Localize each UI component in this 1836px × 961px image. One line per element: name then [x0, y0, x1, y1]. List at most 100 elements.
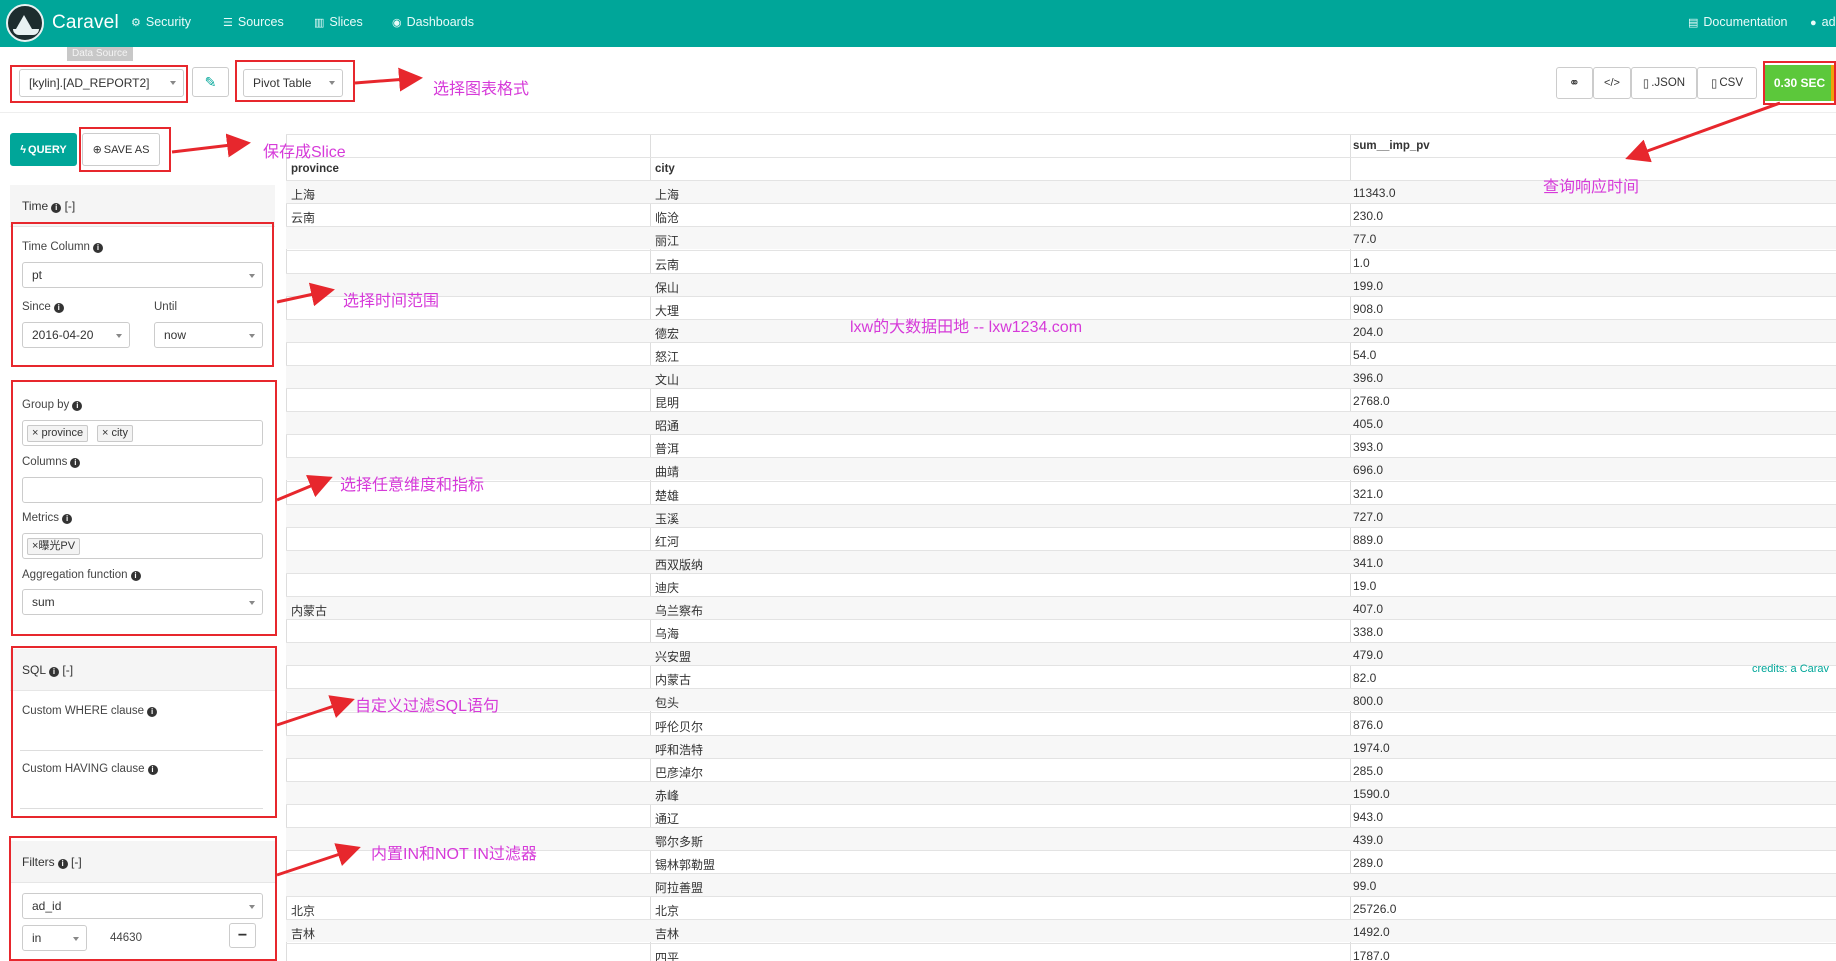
link-button[interactable]: ⚭ — [1556, 67, 1593, 99]
city-cell: 西双版纳 — [655, 557, 704, 572]
since-select[interactable]: 2016-04-20 — [22, 322, 130, 348]
value-cell: 1787.0 — [1353, 948, 1390, 961]
value-cell: 199.0 — [1353, 278, 1384, 293]
city-cell: 四平 — [655, 950, 680, 961]
chevron-down-icon — [249, 905, 255, 909]
province-cell: 北京 — [291, 904, 316, 919]
value-cell: 696.0 — [1353, 463, 1384, 478]
brand[interactable]: Caravel — [6, 4, 119, 42]
chevron-down-icon — [249, 601, 255, 605]
credits-link: Carav — [1799, 663, 1830, 675]
nav-documentation[interactable]: ▤ Documentation — [1688, 15, 1787, 29]
collapse-toggle: [-] — [64, 199, 76, 213]
value-cell: 908.0 — [1353, 301, 1384, 316]
table-row: 通辽 943.0 — [286, 803, 1836, 827]
value-cell: 1974.0 — [1353, 740, 1390, 755]
datasource-select[interactable]: [kylin].[AD_REPORT2] — [19, 69, 184, 97]
time-column-select[interactable]: pt — [22, 262, 263, 288]
city-cell: 乌兰察布 — [655, 604, 704, 618]
since-value: 2016-04-20 — [32, 328, 94, 342]
filter-value-input[interactable]: 44630 — [110, 932, 142, 944]
nav-security[interactable]: ⚙ Security — [131, 15, 191, 29]
metrics-tag[interactable]: ×曝光PV — [27, 538, 81, 555]
city-cell: 临沧 — [655, 211, 680, 226]
code-icon: </> — [1604, 77, 1620, 89]
table-row: 呼和浩特 1974.0 — [286, 734, 1836, 758]
nav-sources[interactable]: ☰ Sources — [223, 15, 284, 29]
value-cell: 727.0 — [1353, 509, 1384, 524]
city-cell: 昭通 — [655, 419, 680, 434]
aggregation-select[interactable]: sum — [22, 589, 263, 615]
nav-slices[interactable]: ▥ Slices — [314, 15, 363, 29]
table-row: 云南 临沧 230.0 — [286, 203, 1836, 226]
embed-code-button[interactable]: </> — [1593, 67, 1631, 99]
edit-icon: ✎ — [204, 73, 217, 90]
table-row: 丽江 77.0 — [286, 226, 1836, 250]
info-icon: i — [62, 514, 73, 524]
table-row: 怒江 54.0 — [286, 341, 1836, 365]
edit-datasource-button[interactable]: ✎ — [192, 67, 229, 97]
remove-filter-button[interactable]: − — [229, 923, 256, 948]
dashboard-icon: ◉ — [392, 16, 402, 29]
city-cell: 兴安盟 — [655, 650, 692, 665]
nav-sources-label: Sources — [237, 15, 284, 29]
viz-type-select[interactable]: Pivot Table — [243, 69, 343, 97]
value-cell: 77.0 — [1353, 232, 1377, 247]
table-row: 内蒙古 乌兰察布 407.0 — [286, 596, 1836, 619]
until-select[interactable]: now — [154, 322, 263, 348]
nav-dashboards[interactable]: ◉ Dashboards — [392, 15, 474, 29]
json-button[interactable]: ▯ .JSON — [1631, 67, 1697, 99]
save-as-button[interactable]: ⊕ SAVE AS — [82, 133, 160, 166]
table-row: 北京 北京 25726.0 — [286, 896, 1836, 919]
filters-panel-header[interactable]: Filters i [-] — [10, 841, 275, 883]
value-cell: 889.0 — [1353, 532, 1384, 547]
having-input[interactable] — [20, 808, 263, 809]
time-panel-header[interactable]: Time i [-] — [10, 185, 275, 227]
value-cell: 99.0 — [1353, 879, 1377, 894]
toolbar-divider — [0, 112, 1836, 113]
where-input[interactable] — [20, 750, 263, 751]
aggregation-value: sum — [32, 595, 55, 609]
nav-user[interactable]: ● ad — [1810, 15, 1836, 29]
columns-label: Columns i — [22, 456, 81, 468]
city-cell: 北京 — [655, 904, 680, 919]
watermark-text: lxw的大数据田地 -- lxw1234.com — [850, 319, 1083, 336]
query-button[interactable]: ϟ QUERY — [10, 133, 77, 166]
nav-documentation-label: Documentation — [1703, 15, 1788, 29]
info-icon: i — [147, 707, 158, 717]
annotation-sql-filter: 自定义过滤SQL语句 — [355, 698, 500, 715]
since-label: Since i — [22, 301, 64, 313]
annotation-time-range: 选择时间范围 — [343, 293, 440, 310]
having-label: Custom HAVING clause i — [22, 763, 158, 775]
filter-column-select[interactable]: ad_id — [22, 893, 263, 919]
info-icon: i — [92, 243, 103, 253]
sql-panel-header[interactable]: SQL i [-] — [10, 649, 275, 691]
filter-op-select[interactable]: in — [22, 925, 87, 951]
city-cell: 保山 — [655, 280, 680, 295]
columns-input[interactable] — [22, 477, 263, 503]
city-cell: 楚雄 — [655, 488, 680, 503]
groupby-tag-province[interactable]: × province — [27, 425, 89, 442]
value-cell: 405.0 — [1353, 417, 1384, 432]
value-cell: 25726.0 — [1353, 902, 1397, 917]
info-icon: i — [57, 859, 68, 869]
groupby-tag-city[interactable]: × city — [97, 425, 133, 442]
collapse-toggle: [-] — [71, 855, 82, 869]
city-cell: 丽江 — [655, 234, 680, 249]
csv-button[interactable]: ▯ CSV — [1697, 67, 1757, 99]
city-cell: 怒江 — [655, 349, 680, 364]
city-cell: 吉林 — [655, 927, 680, 942]
city-cell: 鄂尔多斯 — [655, 835, 704, 849]
groupby-input[interactable]: × province × city — [22, 420, 263, 446]
city-cell: 普洱 — [655, 442, 680, 457]
value-cell: 876.0 — [1353, 717, 1384, 732]
metrics-input[interactable]: ×曝光PV — [22, 533, 263, 559]
table-row: 巴彦淖尔 285.0 — [286, 757, 1836, 781]
annotation-response-time: 查询响应时间 — [1543, 179, 1640, 196]
table-row: 兴安盟 479.0 — [286, 642, 1836, 666]
link-icon: ⚭ — [1569, 75, 1580, 90]
time-column-value: pt — [32, 268, 43, 282]
city-cell: 曲靖 — [655, 465, 680, 480]
book-icon: ▤ — [1688, 17, 1699, 29]
table-row: 包头 800.0 — [286, 688, 1836, 712]
